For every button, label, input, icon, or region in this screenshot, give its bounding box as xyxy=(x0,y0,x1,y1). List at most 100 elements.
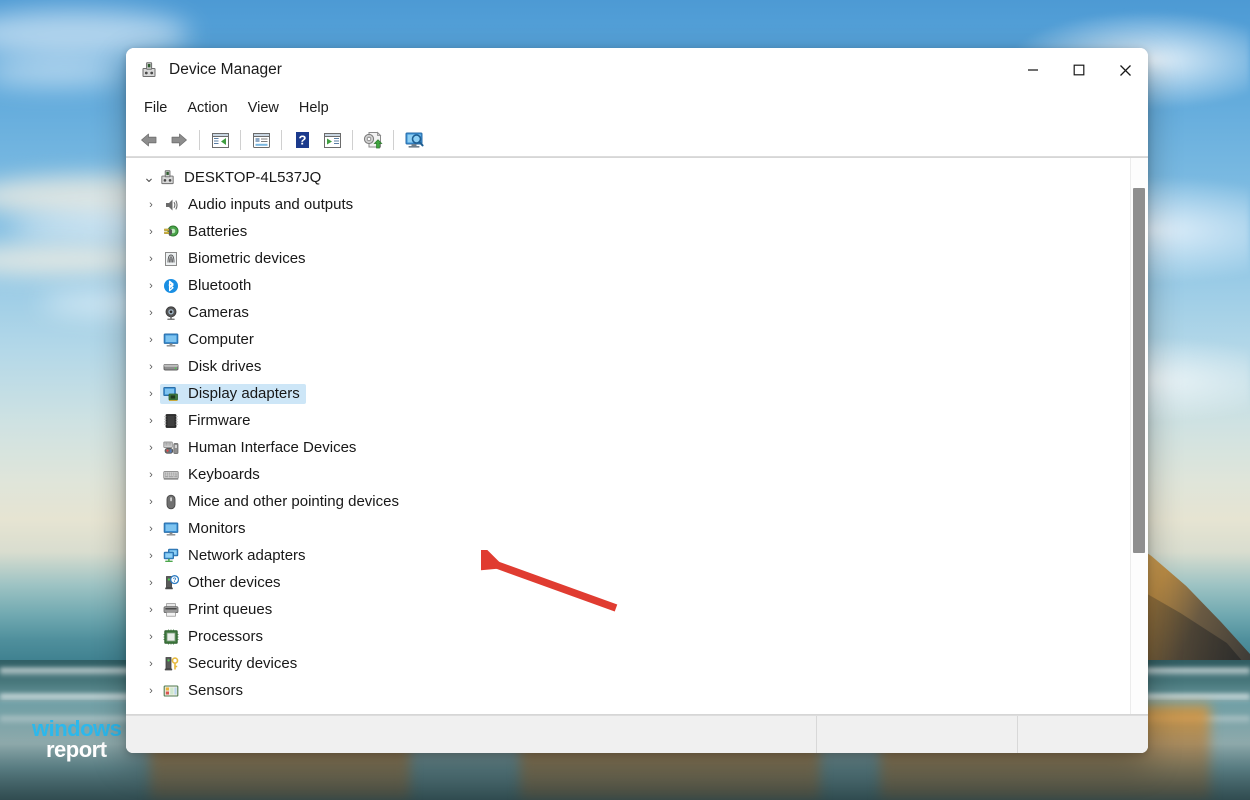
svg-text:?: ? xyxy=(173,578,177,584)
tree-item-print-queues[interactable]: › Print queues xyxy=(126,596,1130,623)
tree-item-sensors[interactable]: › Sensors xyxy=(126,677,1130,704)
bluetooth-icon xyxy=(162,277,180,295)
watermark-line-1: windows xyxy=(32,716,122,741)
device-tree[interactable]: ⌄ DESKTOP-4L537JQ › Audio inputs and out… xyxy=(126,158,1130,714)
tree-item-batteries[interactable]: › Batteries xyxy=(126,218,1130,245)
tree-item-disk-drives[interactable]: › Disk drives xyxy=(126,353,1130,380)
minimize-button[interactable] xyxy=(1010,48,1056,92)
tree-item-label: Display adapters xyxy=(188,385,300,402)
chevron-right-icon[interactable]: › xyxy=(140,604,162,616)
menu-help[interactable]: Help xyxy=(289,97,339,119)
tree-item-display-adapters[interactable]: › Display adapters xyxy=(126,380,1130,407)
status-cell-3 xyxy=(1018,716,1148,753)
properties-button[interactable] xyxy=(246,127,276,153)
show-all-devices-button[interactable] xyxy=(399,127,429,153)
tree-item-label: Other devices xyxy=(188,574,281,591)
forward-button[interactable] xyxy=(164,127,194,153)
display-adapter-icon xyxy=(162,385,180,403)
menu-file[interactable]: File xyxy=(134,97,177,119)
chevron-right-icon[interactable]: › xyxy=(140,442,162,454)
tree-item-label: Print queues xyxy=(188,601,273,618)
sensors-icon xyxy=(162,682,180,700)
tree-item-security-devices[interactable]: › Security devices xyxy=(126,650,1130,677)
chevron-right-icon[interactable]: › xyxy=(140,307,162,319)
tree-item-firmware[interactable]: › Firmware xyxy=(126,407,1130,434)
chevron-right-icon[interactable]: › xyxy=(140,415,162,427)
toolbar-separator xyxy=(240,130,241,150)
back-arrow-icon xyxy=(141,133,157,147)
device-manager-icon xyxy=(142,62,156,77)
tree-item-label: Security devices xyxy=(188,655,298,672)
tree-item-label: Disk drives xyxy=(188,358,262,375)
scrollbar-thumb[interactable] xyxy=(1133,188,1145,553)
tree-item-label: Bluetooth xyxy=(188,277,252,294)
chevron-right-icon[interactable]: › xyxy=(140,199,162,211)
help-button[interactable]: ? xyxy=(287,127,317,153)
tree-item-label: Human Interface Devices xyxy=(188,439,357,456)
tree-item-processors[interactable]: › Processors xyxy=(126,623,1130,650)
tree-item-monitors[interactable]: › Monitors xyxy=(126,515,1130,542)
maximize-button[interactable] xyxy=(1056,48,1102,92)
monitor-icon xyxy=(162,520,180,538)
back-button[interactable] xyxy=(134,127,164,153)
status-cell-2 xyxy=(817,716,1018,753)
update-driver-button[interactable] xyxy=(358,127,388,153)
chevron-right-icon[interactable]: › xyxy=(140,388,162,400)
tree-item-label: Biometric devices xyxy=(188,250,306,267)
chevron-right-icon[interactable]: › xyxy=(140,523,162,535)
title-bar: Device Manager xyxy=(126,48,1148,92)
tree-item-audio-inputs-and-outputs[interactable]: › Audio inputs and outputs xyxy=(126,191,1130,218)
chevron-right-icon[interactable]: › xyxy=(140,550,162,562)
firmware-chip-icon xyxy=(162,412,180,430)
tree-item-network-adapters[interactable]: › Network adapters xyxy=(126,542,1130,569)
security-key-icon xyxy=(162,655,180,673)
status-cell-1 xyxy=(126,716,817,753)
chevron-right-icon[interactable]: › xyxy=(140,226,162,238)
chevron-right-icon[interactable]: › xyxy=(140,577,162,589)
tree-item-computer[interactable]: › Computer xyxy=(126,326,1130,353)
unknown-device-icon: ? xyxy=(162,574,180,592)
chevron-right-icon[interactable]: › xyxy=(140,469,162,481)
tree-item-biometric-devices[interactable]: › Biometric devices xyxy=(126,245,1130,272)
chevron-right-icon[interactable]: › xyxy=(140,496,162,508)
tree-item-keyboards[interactable]: › Keyboards xyxy=(126,461,1130,488)
vertical-scrollbar[interactable] xyxy=(1130,158,1148,714)
tree-item-label: Cameras xyxy=(188,304,249,321)
tree-item-label: Batteries xyxy=(188,223,248,240)
tree-item-label: Sensors xyxy=(188,682,244,699)
window-controls xyxy=(1010,48,1148,92)
tree-item-cameras[interactable]: › Cameras xyxy=(126,299,1130,326)
network-adapter-icon xyxy=(162,547,180,565)
desktop: windows report Device Manager File Actio… xyxy=(0,0,1250,800)
content-area: ⌄ DESKTOP-4L537JQ › Audio inputs and out… xyxy=(126,157,1148,715)
tree-item-human-interface-devices[interactable]: › Human Interface Devices xyxy=(126,434,1130,461)
gamepad-icon xyxy=(162,439,180,457)
tree-item-label: Processors xyxy=(188,628,264,645)
toolbar: ? xyxy=(126,124,1148,157)
menu-view[interactable]: View xyxy=(238,97,289,119)
tree-item-bluetooth[interactable]: › Bluetooth xyxy=(126,272,1130,299)
chevron-right-icon[interactable]: › xyxy=(140,631,162,643)
tree-item-mice-and-other-pointing-devices[interactable]: › Mice and other pointing devices xyxy=(126,488,1130,515)
tree-root-item[interactable]: ⌄ DESKTOP-4L537JQ xyxy=(126,164,1130,191)
svg-text:?: ? xyxy=(298,133,306,148)
printer-icon xyxy=(162,601,180,619)
chevron-right-icon[interactable]: › xyxy=(140,658,162,670)
chevron-right-icon[interactable]: › xyxy=(140,334,162,346)
tree-item-label: Keyboards xyxy=(188,466,260,483)
tree-item-label: Audio inputs and outputs xyxy=(188,196,354,213)
show-hide-console-tree-button[interactable] xyxy=(205,127,235,153)
tree-item-other-devices[interactable]: › ? Other devices xyxy=(126,569,1130,596)
toolbar-separator xyxy=(393,130,394,150)
tree-item-label: Network adapters xyxy=(188,547,306,564)
computer-device-icon xyxy=(158,169,176,187)
chevron-right-icon[interactable]: › xyxy=(140,361,162,373)
chevron-right-icon[interactable]: › xyxy=(140,280,162,292)
menu-bar: File Action View Help xyxy=(126,92,1148,124)
chevron-down-icon[interactable]: ⌄ xyxy=(138,169,160,186)
chevron-right-icon[interactable]: › xyxy=(140,685,162,697)
close-button[interactable] xyxy=(1102,48,1148,92)
chevron-right-icon[interactable]: › xyxy=(140,253,162,265)
menu-action[interactable]: Action xyxy=(177,97,237,119)
scan-for-hardware-changes-button[interactable] xyxy=(317,127,347,153)
